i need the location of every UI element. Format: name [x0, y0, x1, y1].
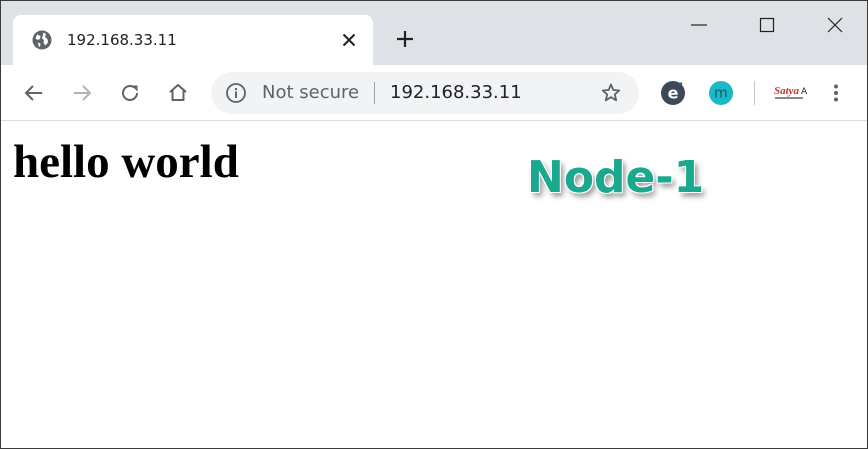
- extension-e-icon[interactable]: e: [659, 79, 687, 107]
- kebab-menu-icon[interactable]: [822, 79, 850, 107]
- tab-strip: 192.168.33.11: [1, 1, 867, 65]
- svg-text:A: A: [801, 87, 807, 97]
- node-overlay-label: Node-1: [527, 152, 705, 203]
- security-status[interactable]: Not secure: [262, 82, 359, 104]
- page-heading: hello world: [13, 136, 239, 188]
- reload-icon[interactable]: [116, 79, 144, 107]
- maximize-icon[interactable]: [753, 11, 781, 39]
- browser-window: 192.168.33.11 Not secure 192.168.33.11 e…: [0, 0, 868, 449]
- forward-arrow-icon[interactable]: [68, 79, 96, 107]
- close-window-icon[interactable]: [821, 11, 849, 39]
- browser-tab[interactable]: 192.168.33.11: [13, 15, 373, 65]
- page-content: hello world Node-1: [1, 122, 867, 448]
- address-bar[interactable]: Not secure 192.168.33.11: [211, 72, 639, 114]
- svg-text:m: m: [714, 86, 728, 102]
- extension-m-icon[interactable]: m: [707, 79, 735, 107]
- svg-text:Satya: Satya: [774, 85, 800, 97]
- info-icon[interactable]: [225, 82, 247, 104]
- star-icon[interactable]: [599, 81, 623, 105]
- browser-toolbar: Not secure 192.168.33.11 e m Satya A: [1, 65, 867, 121]
- toolbar-divider: [754, 81, 755, 105]
- svg-text:e: e: [668, 84, 679, 103]
- close-icon[interactable]: [339, 30, 359, 50]
- url-text[interactable]: 192.168.33.11: [390, 82, 522, 104]
- back-arrow-icon[interactable]: [20, 79, 48, 107]
- omnibox-divider: [374, 82, 375, 104]
- home-icon[interactable]: [164, 79, 192, 107]
- satya-extension-icon[interactable]: Satya A: [771, 79, 807, 107]
- globe-icon: [32, 30, 52, 50]
- minimize-icon[interactable]: [685, 11, 713, 39]
- tab-title: 192.168.33.11: [67, 31, 177, 49]
- new-tab-icon[interactable]: [393, 27, 417, 51]
